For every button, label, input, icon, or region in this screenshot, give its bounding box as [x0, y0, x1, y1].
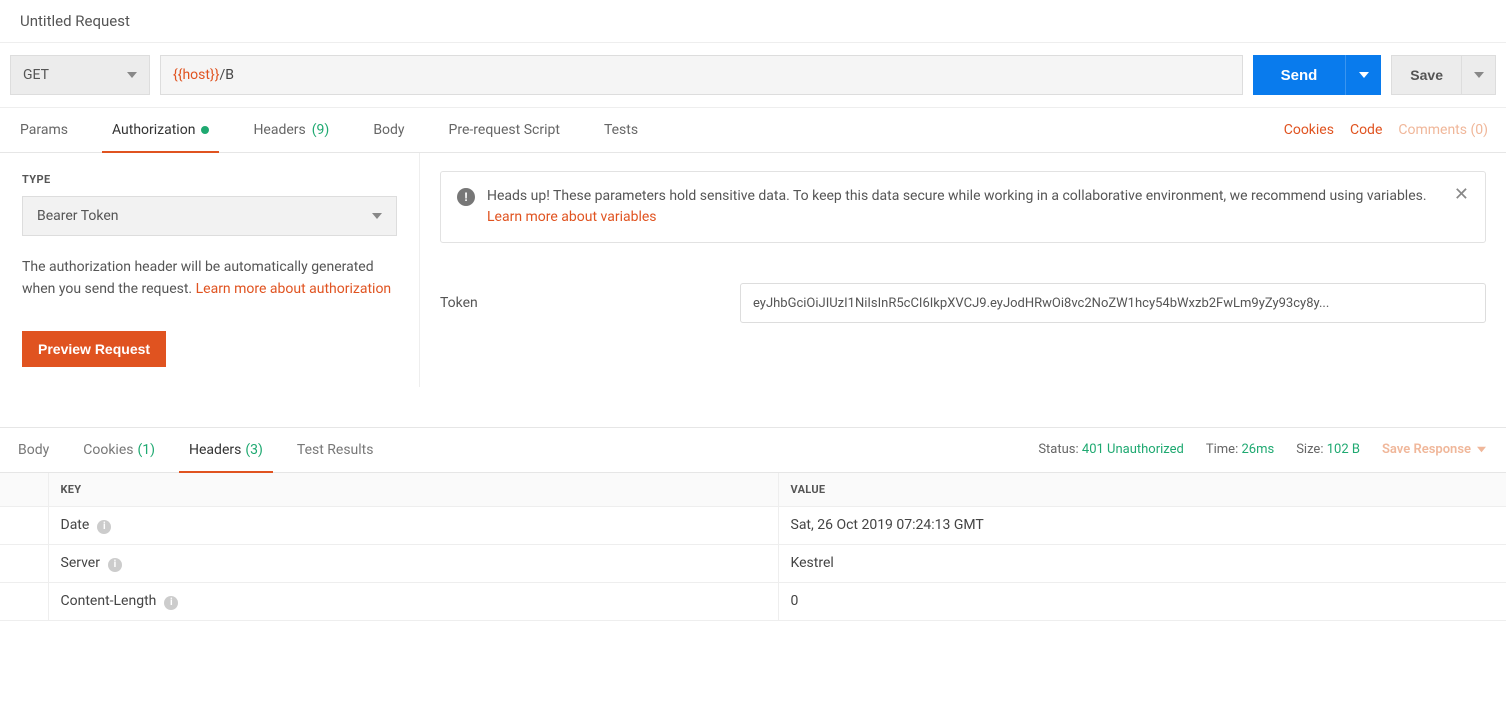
save-response-label: Save Response: [1382, 442, 1471, 457]
token-label: Token: [440, 295, 700, 311]
chevron-down-icon: [1474, 70, 1484, 80]
resp-tab-tests[interactable]: Test Results: [287, 428, 384, 472]
size-value: 102 B: [1327, 442, 1360, 457]
save-dropdown[interactable]: [1462, 55, 1496, 95]
row-value: 0: [778, 582, 1506, 620]
auth-type-select[interactable]: Bearer Token: [22, 196, 397, 236]
auth-description: The authorization header will be automat…: [22, 256, 397, 301]
request-tabs: Params Authorization Headers (9) Body Pr…: [0, 108, 1506, 153]
status-label: Status:: [1038, 442, 1078, 457]
tab-params[interactable]: Params: [10, 108, 78, 152]
response-section: Body Cookies (1) Headers (3) Test Result…: [0, 427, 1506, 621]
send-dropdown[interactable]: [1345, 55, 1381, 95]
row-key: Serveri: [48, 544, 778, 582]
auth-right-panel: ! Heads up! These parameters hold sensit…: [420, 153, 1506, 387]
method-value: GET: [23, 67, 49, 83]
link-code[interactable]: Code: [1342, 108, 1390, 152]
auth-type-value: Bearer Token: [37, 208, 119, 224]
row-blank: [0, 544, 48, 582]
tab-tests[interactable]: Tests: [594, 108, 648, 152]
table-header-value: VALUE: [778, 473, 1506, 507]
info-icon: i: [164, 596, 178, 610]
tab-authorization-label: Authorization: [112, 122, 195, 138]
request-row: GET {{host}}/B Send Save: [0, 43, 1506, 108]
status-wrap: Status: 401 Unauthorized: [1038, 442, 1184, 457]
resp-tab-cookies-label: Cookies: [83, 442, 133, 458]
time-value: 26ms: [1241, 442, 1274, 457]
row-key: Datei: [48, 506, 778, 544]
authorization-panel: TYPE Bearer Token The authorization head…: [0, 153, 1506, 387]
row-value: Kestrel: [778, 544, 1506, 582]
tab-headers-count: (9): [312, 122, 330, 138]
status-value: 401 Unauthorized: [1082, 442, 1184, 457]
row-value: Sat, 26 Oct 2019 07:24:13 GMT: [778, 506, 1506, 544]
row-blank: [0, 506, 48, 544]
info-icon: i: [108, 558, 122, 572]
resp-tab-cookies-count: (1): [137, 442, 155, 458]
response-meta: Status: 401 Unauthorized Time: 26ms Size…: [1038, 442, 1498, 457]
resp-tab-headers[interactable]: Headers (3): [179, 428, 273, 472]
url-input[interactable]: {{host}}/B: [160, 55, 1243, 95]
token-row: Token eyJhbGciOiJIUzI1NiIsInR5cCI6IkpXVC…: [440, 283, 1486, 323]
chevron-down-icon: [372, 211, 382, 221]
tab-body[interactable]: Body: [363, 108, 414, 152]
alert-text: Heads up! These parameters hold sensitiv…: [487, 188, 1427, 204]
tab-authorization[interactable]: Authorization: [102, 108, 219, 152]
table-header-key: KEY: [48, 473, 778, 507]
time-wrap: Time: 26ms: [1206, 442, 1274, 457]
resp-tab-body[interactable]: Body: [8, 428, 59, 472]
link-cookies[interactable]: Cookies: [1276, 108, 1342, 152]
send-button[interactable]: Send: [1253, 55, 1346, 95]
method-select[interactable]: GET: [10, 55, 150, 95]
table-row: Content-Lengthi0: [0, 582, 1506, 620]
table-row: DateiSat, 26 Oct 2019 07:24:13 GMT: [0, 506, 1506, 544]
alert-text-wrap: Heads up! These parameters hold sensitiv…: [487, 186, 1442, 228]
chevron-down-icon: [127, 70, 137, 80]
tab-headers[interactable]: Headers (9): [243, 108, 339, 152]
resp-tab-cookies[interactable]: Cookies (1): [73, 428, 165, 472]
alert-icon: !: [457, 188, 475, 206]
preview-request-button[interactable]: Preview Request: [22, 331, 166, 367]
tab-headers-label: Headers: [253, 122, 305, 138]
save-response-button[interactable]: Save Response: [1382, 442, 1486, 457]
url-path: /B: [219, 67, 234, 83]
alert-sensitive-data: ! Heads up! These parameters hold sensit…: [440, 171, 1486, 243]
tab-prerequest[interactable]: Pre-request Script: [439, 108, 570, 152]
request-title: Untitled Request: [0, 0, 1506, 43]
size-wrap: Size: 102 B: [1296, 442, 1360, 457]
alert-learn-more-link[interactable]: Learn more about variables: [487, 209, 657, 225]
info-icon: i: [97, 520, 111, 534]
auth-left-panel: TYPE Bearer Token The authorization head…: [0, 153, 420, 387]
save-button[interactable]: Save: [1391, 55, 1462, 95]
size-label: Size:: [1296, 442, 1323, 457]
token-input[interactable]: eyJhbGciOiJIUzI1NiIsInR5cCI6IkpXVCJ9.eyJ…: [740, 283, 1486, 323]
table-row: ServeriKestrel: [0, 544, 1506, 582]
url-variable: {{host}}: [173, 67, 219, 83]
response-tabs: Body Cookies (1) Headers (3) Test Result…: [0, 428, 1506, 473]
row-blank: [0, 582, 48, 620]
table-header-blank: [0, 473, 48, 507]
resp-tab-headers-label: Headers: [189, 442, 241, 458]
time-label: Time:: [1206, 442, 1238, 457]
row-key: Content-Lengthi: [48, 582, 778, 620]
chevron-down-icon: [1359, 70, 1369, 80]
response-headers-table: KEY VALUE DateiSat, 26 Oct 2019 07:24:13…: [0, 473, 1506, 621]
chevron-down-icon: [1477, 445, 1486, 454]
link-comments[interactable]: Comments (0): [1390, 108, 1496, 152]
resp-tab-headers-count: (3): [245, 442, 263, 458]
modified-dot-icon: [201, 126, 209, 134]
alert-close-button[interactable]: ✕: [1454, 186, 1469, 204]
auth-learn-more-link[interactable]: Learn more about authorization: [196, 281, 392, 297]
auth-type-label: TYPE: [22, 173, 397, 186]
